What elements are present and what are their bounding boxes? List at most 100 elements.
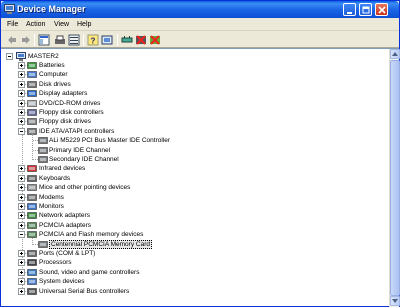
forward-icon[interactable] [20, 34, 32, 46]
scroll-down-button[interactable] [390, 296, 400, 306]
scan-hardware-icon[interactable] [101, 34, 113, 46]
category-label[interactable]: Network adapters [39, 211, 90, 220]
svg-text:?: ? [91, 37, 96, 46]
expander-12[interactable] [18, 203, 25, 210]
category-label[interactable]: Processors [39, 258, 72, 267]
maximize-icon [362, 6, 370, 14]
disable-device-icon[interactable] [135, 34, 147, 46]
child-device-icon [38, 137, 48, 144]
scroll-up-icon [392, 52, 398, 56]
toolbar-separator [83, 34, 84, 46]
category-label[interactable]: Mice and other pointing devices [39, 183, 130, 192]
battery-icon [27, 62, 37, 69]
expander-14[interactable] [18, 222, 25, 229]
menu-action[interactable]: Action [26, 19, 45, 30]
minimize-icon [347, 12, 352, 14]
computer-icon [16, 52, 26, 61]
category-label[interactable]: Monitors [39, 202, 64, 211]
expander-8[interactable] [18, 165, 25, 172]
expander-2[interactable] [18, 81, 25, 88]
back-icon[interactable] [6, 34, 18, 46]
minimize-button[interactable] [343, 3, 356, 16]
category-label[interactable]: PCMCIA and Flash memory devices [39, 230, 143, 239]
usb-icon [27, 288, 37, 295]
expander-13[interactable] [18, 212, 25, 219]
computer-icon [27, 71, 37, 78]
expander-1[interactable] [18, 71, 25, 78]
title-bar[interactable]: Device Manager [1, 1, 399, 18]
expander-4[interactable] [18, 100, 25, 107]
expander-3[interactable] [18, 90, 25, 97]
expander-18[interactable] [18, 269, 25, 276]
help-icon[interactable]: ? [87, 34, 99, 46]
category-label[interactable]: Batteries [39, 61, 65, 70]
vertical-scrollbar[interactable] [389, 49, 400, 307]
device-tree-pane[interactable]: MASTER2 Batteries Computer Disk drives Disp… [1, 48, 400, 307]
selected-device-label[interactable]: Centennial PCMCIA Memory Card [49, 240, 152, 249]
tree-root-label[interactable]: MASTER2 [28, 52, 59, 61]
uninstall-device-icon[interactable] [149, 34, 161, 46]
menu-view[interactable]: View [54, 19, 69, 30]
print-icon[interactable] [54, 34, 66, 46]
device-manager-icon [4, 4, 15, 14]
tree-line [32, 134, 33, 160]
expander-19[interactable] [18, 278, 25, 285]
toolbar-separator [117, 34, 118, 46]
category-label[interactable]: Disk drives [39, 80, 71, 89]
expander-6[interactable] [18, 118, 25, 125]
device-label[interactable]: ALi M5229 PCI Bus Master IDE Controller [49, 136, 170, 145]
menu-bar: File Action View Help [1, 18, 399, 31]
category-label[interactable]: Display adapters [39, 89, 87, 98]
mouse-icon [27, 184, 37, 191]
properties-view-icon[interactable] [38, 34, 50, 46]
expander-16[interactable] [18, 250, 25, 257]
category-label[interactable]: Universal Serial Bus controllers [39, 287, 129, 296]
floppy-drive-icon [27, 118, 37, 125]
expander-5[interactable] [18, 109, 25, 116]
expander-0[interactable] [18, 62, 25, 69]
expander-11[interactable] [18, 194, 25, 201]
root-expander[interactable] [6, 53, 13, 60]
menu-file[interactable]: File [7, 19, 18, 30]
device-list-icon[interactable] [68, 34, 80, 46]
expander-20[interactable] [18, 288, 25, 295]
network-adapter-icon [27, 212, 37, 219]
child-device-icon [38, 156, 48, 163]
category-label[interactable]: Infrared devices [39, 164, 85, 173]
scroll-up-button[interactable] [390, 49, 400, 59]
expander-7[interactable] [18, 128, 25, 135]
category-label[interactable]: System devices [39, 277, 85, 286]
infrared-icon [27, 165, 37, 172]
category-label[interactable]: Computer [39, 70, 68, 79]
category-label[interactable]: IDE ATA/ATAPI controllers [39, 127, 114, 136]
category-label[interactable]: Keyboards [39, 174, 70, 183]
expander-9[interactable] [18, 175, 25, 182]
device-label[interactable]: Secondary IDE Channel [49, 155, 119, 164]
category-label[interactable]: Ports (COM & LPT) [39, 249, 95, 258]
device-label[interactable]: Primary IDE Channel [49, 146, 110, 155]
toolbar-separator [34, 34, 35, 46]
pcmcia-adapter-icon [27, 222, 37, 229]
close-button[interactable] [375, 3, 388, 16]
window-title: Device Manager [17, 4, 86, 14]
scroll-thumb[interactable] [390, 60, 400, 296]
expander-17[interactable] [18, 259, 25, 266]
toolbar: ? [1, 32, 399, 48]
maximize-button[interactable] [359, 3, 372, 16]
sound-icon [27, 269, 37, 276]
expander-15[interactable] [18, 231, 25, 238]
keyboard-icon [27, 175, 37, 182]
category-label[interactable]: Floppy disk drives [39, 117, 91, 126]
tree-line [32, 238, 33, 245]
category-label[interactable]: PCMCIA adapters [39, 221, 91, 230]
category-label[interactable]: Sound, video and game controllers [39, 268, 139, 277]
modem-icon [27, 194, 37, 201]
expander-10[interactable] [18, 184, 25, 191]
category-label[interactable]: Modems [39, 193, 64, 202]
disk-drive-icon [27, 81, 37, 88]
display-adapter-icon [27, 90, 37, 97]
category-label[interactable]: Floppy disk controllers [39, 108, 104, 117]
update-driver-icon[interactable] [121, 34, 133, 46]
category-label[interactable]: DVD/CD-ROM drives [39, 99, 100, 108]
menu-help[interactable]: Help [77, 19, 91, 30]
